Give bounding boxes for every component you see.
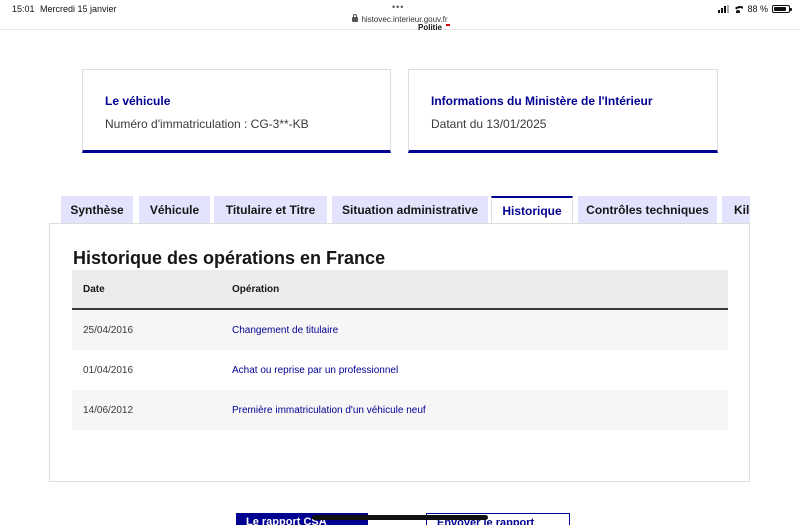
table-row: 01/04/2016 Achat ou reprise par un profe…: [72, 350, 728, 390]
ministry-card-title: Informations du Ministère de l'Intérieur: [431, 94, 653, 108]
status-indicators: 88 %: [718, 4, 792, 14]
tab-titulaire-titre[interactable]: Titulaire et Titre: [214, 196, 327, 224]
status-bar: 15:01 Mercredi 15 janvier ••• histovec.i…: [0, 0, 800, 30]
table-header: Date Opération: [72, 270, 728, 310]
tab-synthese[interactable]: Synthèse: [61, 196, 133, 224]
ministry-date: Datant du 13/01/2025: [431, 117, 547, 131]
wifi-icon: [733, 5, 744, 13]
row-operation: Première immatriculation d'un véhicule n…: [232, 404, 426, 416]
tab-situation-administrative[interactable]: Situation administrative: [332, 196, 488, 224]
table-row: 14/06/2012 Première immatriculation d'un…: [72, 390, 728, 430]
registration-number: Numéro d'immatriculation : CG-3**-KB: [105, 117, 309, 131]
ministry-card: Informations du Ministère de l'Intérieur…: [408, 69, 718, 153]
battery-percent: 88 %: [747, 4, 768, 14]
tab-controles-techniques[interactable]: Contrôles techniques: [578, 196, 717, 224]
history-table: Date Opération 25/04/2016 Changement de …: [72, 270, 728, 430]
battery-icon: [772, 5, 792, 13]
tab-historique[interactable]: Historique: [491, 196, 573, 224]
tab-vehicule[interactable]: Véhicule: [139, 196, 210, 224]
vehicle-card: Le véhicule Numéro d'immatriculation : C…: [82, 69, 391, 153]
row-operation: Achat ou reprise par un professionnel: [232, 364, 399, 376]
history-title: Historique des opérations en France: [73, 248, 386, 268]
row-date: 14/06/2012: [83, 404, 134, 416]
signal-icon: [718, 5, 730, 13]
logo-flag-icon: [446, 24, 451, 26]
lock-icon: [352, 14, 359, 22]
column-date: Date: [83, 283, 105, 295]
header-logo-fragment: Politie: [418, 24, 451, 34]
row-date: 01/04/2016: [83, 364, 134, 376]
battery-fill: [774, 7, 787, 11]
multitasking-dots-icon[interactable]: •••: [392, 2, 404, 12]
tab-kilometrage[interactable]: Kilo: [722, 196, 750, 224]
address-bar[interactable]: histovec.interieur.gouv.fr: [0, 14, 800, 24]
logo-text: Politie: [418, 24, 443, 32]
history-panel: Historique des opérations en France Date…: [49, 223, 750, 482]
column-operation: Opération: [232, 283, 280, 295]
tab-bar: Synthèse Véhicule Titulaire et Titre Sit…: [61, 196, 750, 224]
vehicle-card-title: Le véhicule: [105, 94, 171, 108]
table-row: 25/04/2016 Changement de titulaire: [72, 310, 728, 350]
status-time: 15:01: [12, 4, 35, 14]
row-date: 25/04/2016: [83, 324, 134, 336]
row-operation: Changement de titulaire: [232, 324, 339, 336]
status-date: Mercredi 15 janvier: [40, 4, 117, 14]
address-url: histovec.interieur.gouv.fr: [361, 15, 448, 24]
home-indicator[interactable]: [312, 515, 488, 520]
